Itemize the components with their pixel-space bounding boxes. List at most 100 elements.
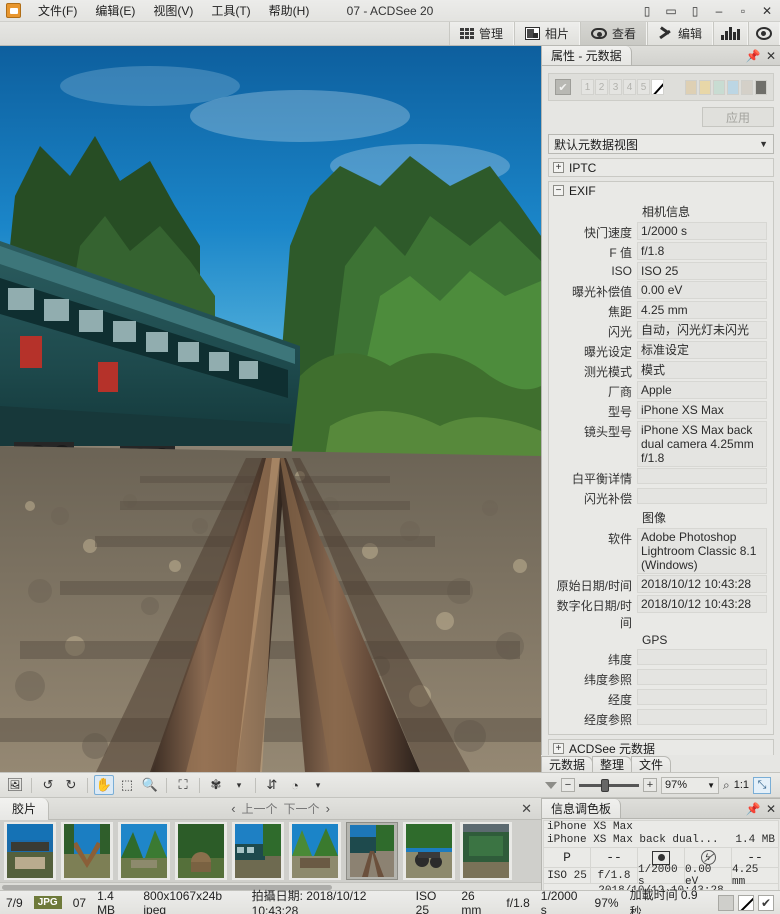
gray-square-icon[interactable] [718,894,734,911]
tab-organize[interactable]: 整理 [592,756,633,772]
zoom-slider[interactable] [579,778,639,792]
thumb-pavilion[interactable] [4,822,56,880]
hand-icon[interactable]: ✋ [94,775,114,795]
field-value[interactable]: 自动，闪光灯未闪光 [637,321,767,339]
field-value[interactable]: ISO 25 [637,262,767,280]
menu-view[interactable]: 视图(V) [144,0,202,21]
chevron-left-icon[interactable]: ‹ [231,801,235,816]
marquee-select-icon[interactable]: ⬚ [117,775,137,795]
filmstrip-tab[interactable]: 胶片 [0,797,50,820]
tab-view[interactable]: 查看 [579,22,647,45]
layout-left-icon[interactable]: ▯ [640,4,654,18]
field-value[interactable]: iPhone XS Max [637,401,767,419]
thumb-train-side[interactable] [232,822,284,880]
tab-edit[interactable]: 编辑 [646,22,713,45]
rating-stars[interactable]: 1 2 3 4 5 [581,79,664,95]
chevron-right-icon[interactable]: › [326,801,330,816]
color-label-3[interactable] [713,79,725,95]
zoom-reset-icon[interactable]: ⌕ [723,778,730,793]
thumb-railway-tracks[interactable] [346,822,398,880]
layout-right-icon[interactable]: ▯ [688,4,702,18]
prev-button[interactable]: 上一个 [242,800,278,817]
field-value[interactable]: Adobe Photoshop Lightroom Classic 8.1 (W… [637,528,767,574]
tab-metadata[interactable]: 元数据 [541,756,594,772]
rotate-right-icon[interactable]: ↻ [61,775,81,795]
field-value[interactable]: 4.25 mm [637,301,767,319]
tab-photos[interactable]: 相片 [513,22,580,45]
next-button[interactable]: 下一个 [284,800,320,817]
open-image-icon[interactable]: 🖼 [5,775,25,795]
metadata-view-select[interactable]: 默认元数据视图 ▼ [548,134,774,154]
check-icon[interactable]: ✔ [758,894,774,911]
section-iptc[interactable]: + IPTC [548,158,774,177]
tab-manage[interactable]: 管理 [448,22,514,45]
clear-rating-icon[interactable] [651,79,664,95]
section-iptc-header[interactable]: + IPTC [549,159,773,176]
zoom-out-button[interactable]: − [561,778,575,792]
effects-icon[interactable]: ✾ [206,775,226,795]
field-value[interactable] [637,649,767,665]
actual-size-button[interactable]: 1:1 [734,779,749,791]
field-value[interactable]: 2018/10/12 10:43:28 [637,575,767,593]
fit-to-window-icon[interactable]: ⤡ [753,776,772,794]
color-label-4[interactable] [727,79,739,95]
field-value[interactable]: 0.00 eV [637,281,767,299]
close-icon[interactable]: ✕ [512,801,541,817]
field-value[interactable]: iPhone XS Max back dual camera 4.25mm f/… [637,421,767,467]
apply-button[interactable]: 应用 [702,107,774,127]
expand-icon[interactable]: + [553,743,564,754]
chevron-down-icon[interactable]: ▾ [229,775,249,795]
maximize-button[interactable]: ▫ [736,4,750,18]
minimize-button[interactable]: ‒ [712,4,726,18]
lasso-button[interactable] [748,22,780,45]
expand-icon[interactable]: + [553,162,564,173]
magnifier-icon[interactable]: 🔍 [140,775,160,795]
close-icon[interactable]: ✕ [762,799,780,818]
zoom-slider-handle[interactable] [601,778,609,792]
color-label-6[interactable] [755,79,767,95]
rating-4[interactable]: 4 [623,79,636,95]
menu-file[interactable]: 文件(F) [29,0,86,21]
check-icon[interactable]: ✔ [555,79,571,95]
pin-icon[interactable]: 📌 [744,46,762,65]
field-value[interactable] [637,689,767,705]
field-value[interactable]: 标准设定 [637,341,767,359]
rotate-left-icon[interactable]: ↺ [38,775,58,795]
rating-5[interactable]: 5 [637,79,650,95]
field-value[interactable]: 模式 [637,361,767,379]
thumb-park-path[interactable] [118,822,170,880]
field-value[interactable]: Apple [637,381,767,399]
triangle-down-icon[interactable] [545,781,557,789]
menu-tools[interactable]: 工具(T) [202,0,259,21]
rating-1[interactable]: 1 [581,79,594,95]
field-value[interactable]: f/1.8 [637,242,767,260]
rating-2[interactable]: 2 [595,79,608,95]
zoom-in-button[interactable]: + [643,778,657,792]
field-value[interactable]: 2018/10/12 10:43:28 [637,595,767,613]
color-label-2[interactable] [699,79,711,95]
zoom-level-select[interactable]: 97% ▼ [661,776,719,794]
color-label-5[interactable] [741,79,753,95]
image-viewer[interactable] [0,46,541,772]
rating-3[interactable]: 3 [609,79,622,95]
close-button[interactable]: ✕ [760,4,774,18]
chevron-down-icon[interactable]: ▾ [308,775,328,795]
field-value[interactable] [637,468,767,484]
field-value[interactable]: 1/2000 s [637,222,767,240]
tab-files[interactable]: 文件 [631,756,672,772]
thumb-garden-house[interactable] [289,822,341,880]
menu-help[interactable]: 帮助(H) [260,0,319,21]
close-icon[interactable]: ✕ [762,46,780,65]
pin-icon[interactable]: 📌 [744,799,762,818]
tab-info-palette[interactable]: 信息调色板 [542,799,622,818]
section-exif-header[interactable]: − EXIF [549,182,773,199]
thumb-machinery[interactable] [403,822,455,880]
field-value[interactable] [637,709,767,725]
clock-icon[interactable]: ◔ [285,775,305,795]
fullscreen-icon[interactable]: ⛶ [173,775,193,795]
thumb-wooden-arch[interactable] [61,822,113,880]
field-value[interactable] [637,488,767,504]
color-label-1[interactable] [685,79,697,95]
filmstrip[interactable] [0,820,541,882]
sliders-icon[interactable]: ⇵ [262,775,282,795]
